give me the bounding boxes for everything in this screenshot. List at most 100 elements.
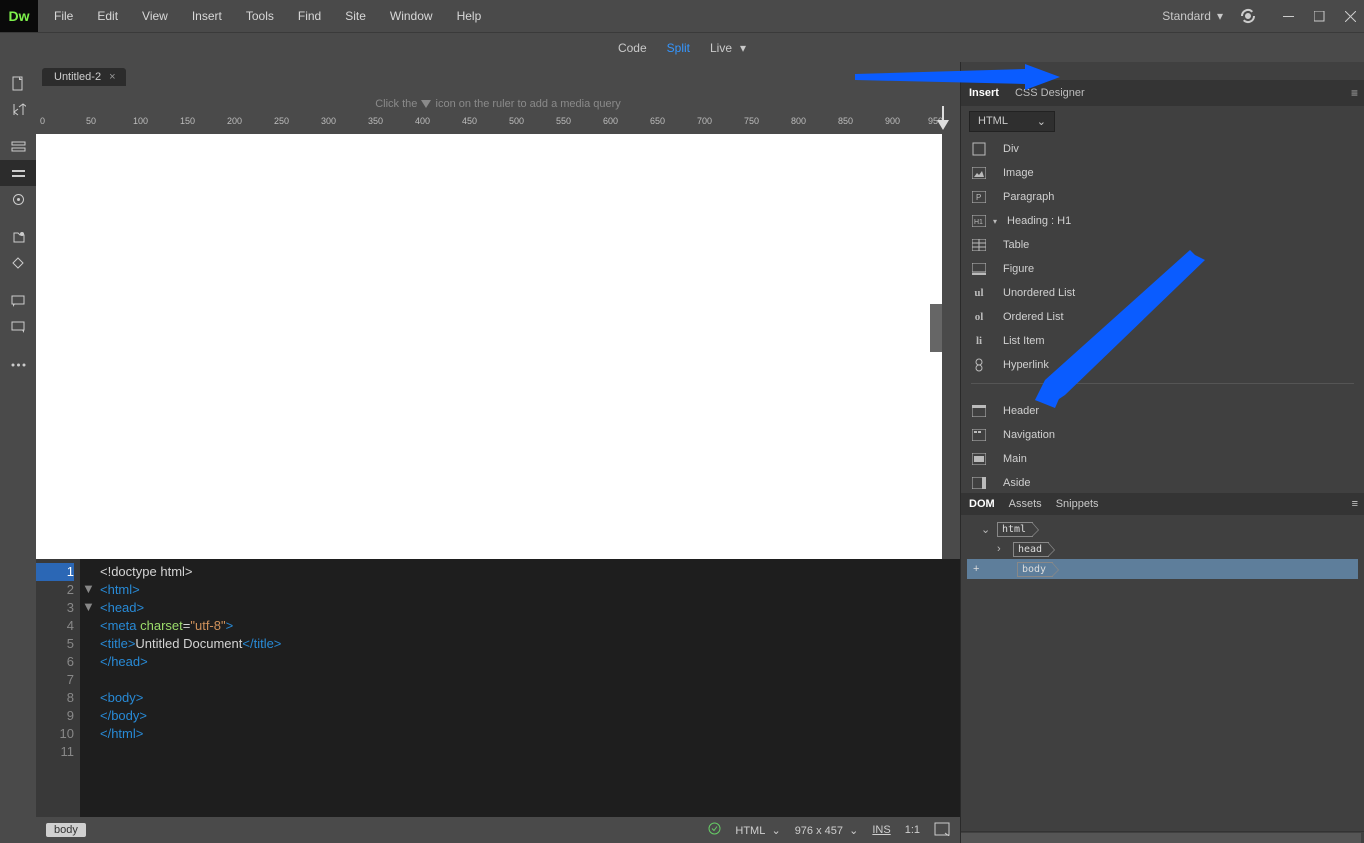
insert-list: Div Image PParagraph H1▾Heading : H1 Tab… [961,137,1364,493]
expand-all-icon[interactable] [0,134,36,160]
insert-table[interactable]: Table [961,233,1364,257]
fold-icon[interactable]: ▼ [82,581,95,596]
top-menubar: Dw File Edit View Insert Tools Find Site… [0,0,1364,32]
insert-aside[interactable]: Aside [961,471,1364,493]
tab-close-icon[interactable]: × [109,71,115,83]
live-canvas[interactable] [36,134,942,559]
insert-ol[interactable]: olOrdered List [961,305,1364,329]
ul-icon: ul [971,285,987,301]
panel-scrollbar[interactable] [961,831,1364,843]
insert-ul[interactable]: ulUnordered List [961,281,1364,305]
status-ok-icon [708,822,721,838]
code-content[interactable]: <!doctype html> <html> <head> <meta char… [80,559,281,817]
li-icon: li [971,333,987,349]
view-live[interactable]: Live [710,41,732,55]
ol-icon: ol [971,309,987,325]
cursor-pos: 1:1 [905,824,920,836]
add-node-icon[interactable]: + [973,563,989,575]
canvas-scrollbar[interactable] [930,304,942,352]
insert-header[interactable]: Header [961,399,1364,423]
dom-icon[interactable] [0,250,36,276]
menu-insert[interactable]: Insert [180,0,234,32]
menu-window[interactable]: Window [378,0,445,32]
file-new-icon[interactable] [0,70,36,96]
live-dropdown-icon[interactable]: ▾ [740,41,746,55]
panel-tab-snippets[interactable]: Snippets [1056,498,1099,510]
dom-node-body[interactable]: + body [967,559,1358,579]
menu-file[interactable]: File [42,0,85,32]
dom-panel-tabs: DOM Assets Snippets ≡ [961,493,1364,515]
view-split[interactable]: Split [667,41,690,55]
format-icon[interactable] [0,314,36,340]
insert-hyperlink[interactable]: Hyperlink [961,353,1364,377]
tag-breadcrumb[interactable]: body [46,823,86,837]
insert-li[interactable]: liList Item [961,329,1364,353]
sync-settings-icon[interactable] [1239,7,1257,25]
link-icon [971,357,987,373]
collapse-icon[interactable]: ⌄ [981,523,993,536]
file-manage-icon[interactable] [0,96,36,122]
language-select[interactable]: HTML ⌄ [735,824,780,837]
fold-icon[interactable]: ▼ [82,599,95,614]
chevron-down-icon: ▾ [1217,9,1223,23]
menu-tools[interactable]: Tools [234,0,286,32]
chevron-down-icon: ⌄ [1037,115,1046,128]
insert-paragraph[interactable]: PParagraph [961,185,1364,209]
document-tabs: Untitled-2 × [36,62,960,86]
menu-help[interactable]: Help [445,0,494,32]
minimize-button[interactable] [1283,11,1294,22]
panel-tab-dom[interactable]: DOM [969,498,995,510]
expand-icon[interactable]: › [997,543,1009,555]
panel-menu-icon[interactable]: ≡ [1351,86,1358,100]
ruler[interactable]: 0 50 100 150 200 250 300 350 400 450 500… [36,116,960,134]
paragraph-icon: P [971,189,987,205]
media-query-hint: Click the icon on the ruler to add a med… [36,86,960,116]
ins-mode[interactable]: INS [872,824,890,836]
svg-text:H1: H1 [974,219,983,226]
preview-icon[interactable] [934,822,950,839]
maximize-button[interactable] [1314,11,1325,22]
menu-find[interactable]: Find [286,0,333,32]
more-tools-icon[interactable] [0,352,36,378]
nav-icon [971,427,987,443]
insert-main[interactable]: Main [961,447,1364,471]
svg-text:P: P [976,193,981,202]
menu-site[interactable]: Site [333,0,378,32]
menu-view[interactable]: View [130,0,180,32]
image-icon [971,165,987,181]
related-files-icon[interactable] [0,224,36,250]
left-toolbar [0,62,36,843]
dom-node-html[interactable]: ⌄ html [967,519,1358,539]
dom-tree: ⌄ html › head + body [961,515,1364,831]
menu-edit[interactable]: Edit [85,0,130,32]
panel-tab-assets[interactable]: Assets [1009,498,1042,510]
window-controls [1283,11,1356,22]
workspace-selector[interactable]: Standard ▾ [1154,9,1231,23]
close-button[interactable] [1345,11,1356,22]
dropdown-caret-icon: ▾ [993,217,997,226]
dom-node-head[interactable]: › head [967,539,1358,559]
collapse-icon[interactable] [0,160,36,186]
insert-div[interactable]: Div [961,137,1364,161]
table-icon [971,237,987,253]
insert-image[interactable]: Image [961,161,1364,185]
insert-navigation[interactable]: Navigation [961,423,1364,447]
right-panel: Insert CSS Designer ≡ HTML⌄ Div Image PP… [960,62,1364,843]
dimensions-select[interactable]: 976 x 457 ⌄ [795,824,859,837]
insert-category-select[interactable]: HTML⌄ [969,111,1055,132]
insert-figure[interactable]: Figure [961,257,1364,281]
panel-tab-insert[interactable]: Insert [967,87,1001,99]
main-menu: File Edit View Insert Tools Find Site Wi… [42,0,493,32]
ruler-marker-icon[interactable] [936,106,950,135]
code-editor[interactable]: 1 2 3 4 5 6 7 8 9 10 11 ▼ ▼ <!doctype ht… [36,559,960,817]
comment-icon[interactable] [0,288,36,314]
panel-tab-css-designer[interactable]: CSS Designer [1013,87,1087,99]
add-mq-icon [420,99,432,109]
document-area: Untitled-2 × Click the icon on the ruler… [36,62,960,843]
insert-heading[interactable]: H1▾Heading : H1 [961,209,1364,233]
view-code[interactable]: Code [618,41,647,55]
live-code-icon[interactable] [0,186,36,212]
line-gutter: 1 2 3 4 5 6 7 8 9 10 11 [36,559,80,817]
panel-menu-icon[interactable]: ≡ [1352,498,1358,510]
document-tab[interactable]: Untitled-2 × [42,68,126,86]
